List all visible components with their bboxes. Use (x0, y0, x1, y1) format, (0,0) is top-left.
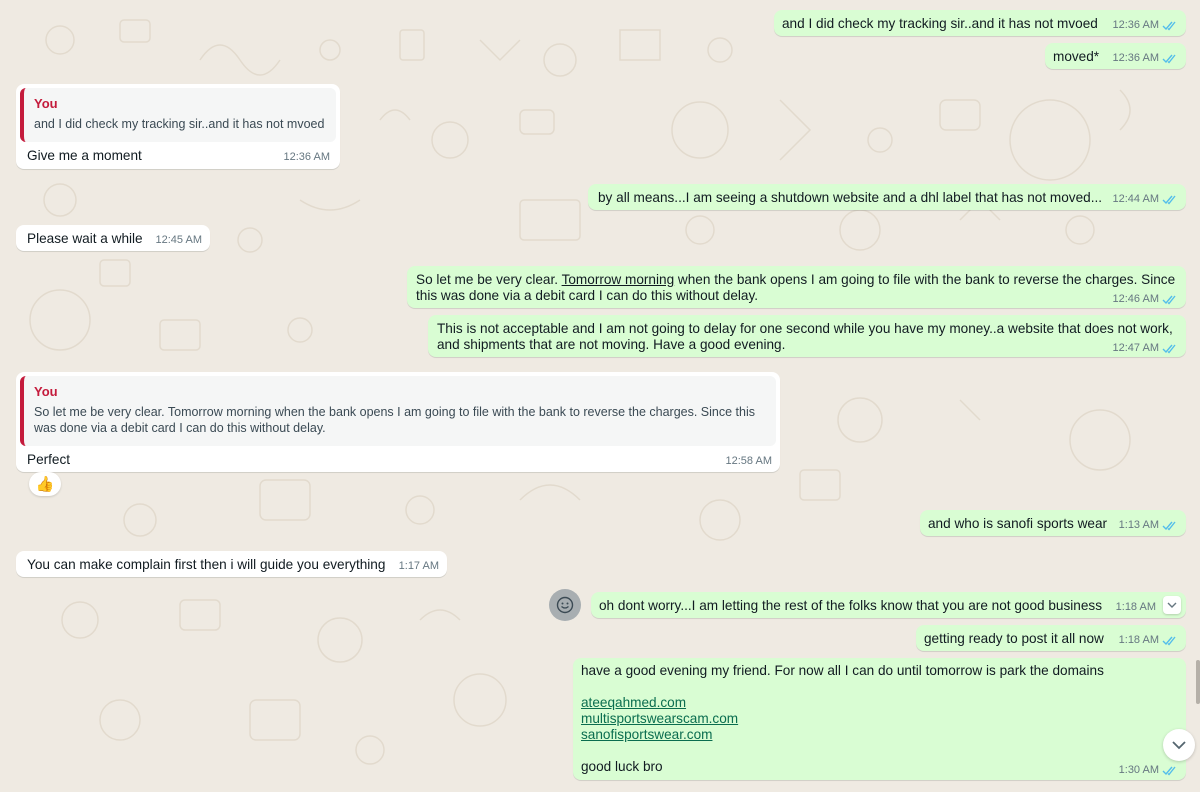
smiley-icon (556, 596, 574, 614)
chevron-down-icon (1172, 741, 1186, 750)
message-incoming[interactable]: You can make complain first then i will … (16, 551, 447, 577)
message-time: 12:46 AM (1112, 293, 1159, 305)
message-time: 1:18 AM (1118, 634, 1159, 646)
message-time: 1:18 AM (1115, 601, 1156, 613)
double-check-icon (1162, 636, 1176, 646)
message-outgoing[interactable]: So let me be very clear. Tomorrow mornin… (407, 266, 1186, 308)
double-check-icon (1162, 766, 1176, 776)
message-outgoing[interactable]: This is not acceptable and I am not goin… (428, 315, 1186, 357)
thumbs-up-icon: 👍 (35, 476, 55, 493)
message-text: and I did check my tracking sir..and it … (782, 16, 1098, 31)
message-time: 12:36 AM (1112, 52, 1159, 64)
scrollbar-thumb[interactable] (1196, 660, 1200, 704)
message-outgoing[interactable]: have a good evening my friend. For now a… (573, 658, 1186, 780)
message-time: 12:47 AM (1112, 342, 1159, 354)
message-outgoing[interactable]: getting ready to post it all now 1:18 AM (916, 625, 1186, 651)
message-text: Give me a moment (27, 148, 142, 163)
double-check-icon (1162, 195, 1176, 205)
message-outgoing[interactable]: by all means...I am seeing a shutdown we… (588, 184, 1186, 210)
double-check-icon (1162, 344, 1176, 354)
react-emoji-button[interactable] (549, 589, 581, 621)
domain-link[interactable]: sanofisportswear.com (581, 727, 712, 742)
double-check-icon (1162, 295, 1176, 305)
scroll-to-bottom-button[interactable] (1163, 729, 1195, 761)
reaction-badge[interactable]: 👍 (29, 472, 61, 496)
quoted-message[interactable]: You So let me be very clear. Tomorrow mo… (20, 376, 776, 446)
double-check-icon (1162, 521, 1176, 531)
message-time: 12:58 AM (725, 455, 772, 467)
message-time: 1:30 AM (1118, 764, 1159, 776)
message-incoming[interactable]: Please wait a while 12:45 AM (16, 225, 210, 251)
chevron-down-icon (1167, 602, 1177, 608)
message-time: 1:17 AM (398, 560, 439, 572)
message-menu-button[interactable] (1163, 596, 1181, 614)
double-check-icon (1162, 21, 1176, 31)
message-time: 12:36 AM (1112, 19, 1159, 31)
message-text-line: So let me be very clear. Tomorrow mornin… (416, 272, 1176, 287)
quote-text-line: So let me be very clear. Tomorrow mornin… (34, 405, 755, 419)
quote-author: You (34, 96, 58, 111)
double-check-icon (1162, 54, 1176, 64)
message-text-line: this was done via a debit card I can do … (416, 288, 759, 303)
message-text: moved* (1053, 49, 1100, 64)
domain-link[interactable]: multisportswearscam.com (581, 711, 738, 726)
message-text: and who is sanofi sports wear (928, 516, 1108, 531)
message-text-line: have a good evening my friend. For now a… (581, 663, 1104, 678)
message-text: Perfect (27, 452, 71, 467)
message-outgoing[interactable]: oh dont worry...I am letting the rest of… (591, 592, 1186, 618)
quote-text-line: was done via a debit card I can do this … (34, 421, 326, 435)
message-time: 12:45 AM (155, 234, 202, 246)
message-outgoing[interactable]: and who is sanofi sports wear 1:13 AM (920, 510, 1186, 536)
quote-author: You (34, 384, 58, 399)
message-time: 1:13 AM (1118, 519, 1159, 531)
date-link[interactable]: Tomorrow morning (562, 272, 675, 287)
message-incoming-reply[interactable]: You So let me be very clear. Tomorrow mo… (16, 372, 780, 472)
message-time: 12:44 AM (1112, 193, 1159, 205)
quote-text: and I did check my tracking sir..and it … (34, 117, 325, 131)
message-outgoing[interactable]: and I did check my tracking sir..and it … (774, 10, 1186, 36)
message-text: by all means...I am seeing a shutdown we… (598, 190, 1103, 205)
message-text-line: good luck bro (581, 759, 663, 774)
message-text: getting ready to post it all now (924, 631, 1104, 646)
message-incoming-reply[interactable]: You and I did check my tracking sir..and… (16, 84, 340, 169)
message-time: 12:36 AM (283, 151, 330, 163)
quoted-message[interactable]: You and I did check my tracking sir..and… (20, 88, 336, 142)
message-outgoing[interactable]: moved* 12:36 AM (1045, 43, 1186, 69)
message-text: Please wait a while (27, 231, 143, 246)
message-text-line: and shipments that are not moving. Have … (437, 337, 786, 352)
message-text: You can make complain first then i will … (27, 557, 386, 572)
message-text-line: This is not acceptable and I am not goin… (437, 321, 1173, 336)
message-text: oh dont worry...I am letting the rest of… (599, 598, 1102, 613)
domain-link[interactable]: ateeqahmed.com (581, 695, 686, 710)
